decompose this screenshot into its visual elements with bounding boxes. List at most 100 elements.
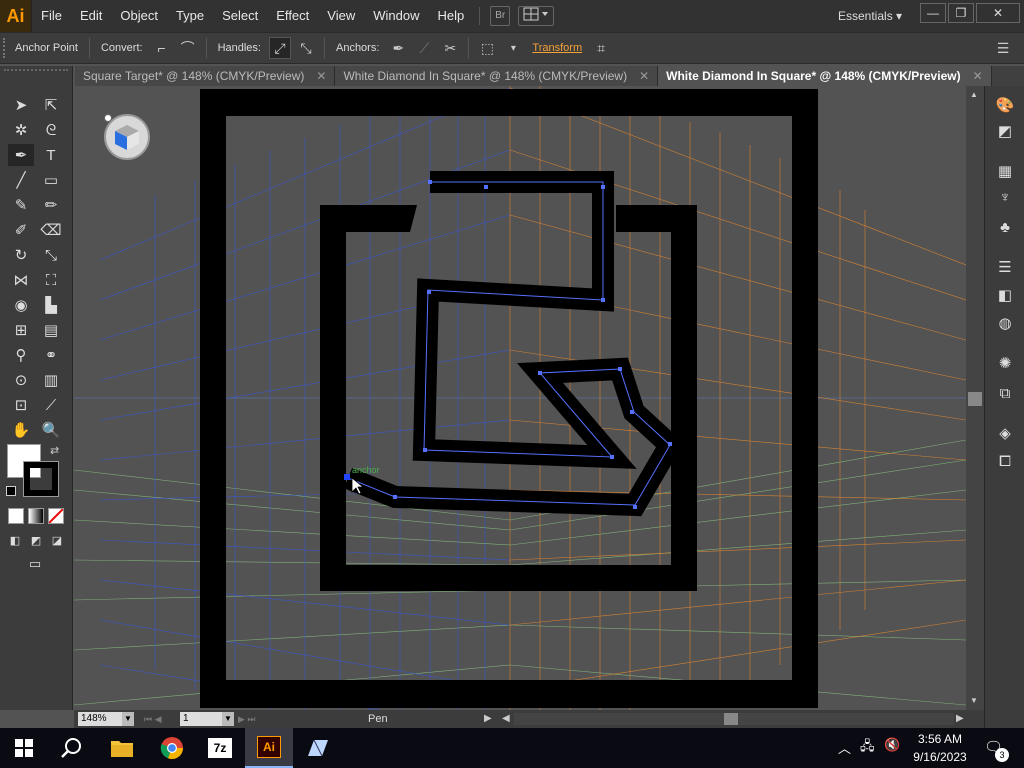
color-panel-icon[interactable]: 🎨 xyxy=(994,94,1016,116)
menu-view[interactable]: View xyxy=(318,0,364,32)
align-icon[interactable]: ⬚ xyxy=(476,37,498,59)
zoom-field[interactable]: 148% xyxy=(78,712,122,726)
arrange-documents-button[interactable] xyxy=(518,6,555,26)
close-button[interactable]: ✕ xyxy=(976,3,1020,23)
scroll-down-icon[interactable]: ▼ xyxy=(970,696,978,705)
isolate-icon[interactable]: ⌗ xyxy=(590,37,612,59)
appearance-panel-icon[interactable]: ✺ xyxy=(994,352,1016,374)
canvas[interactable]: anchor xyxy=(74,86,966,710)
show-hidden-icons-icon[interactable]: ︿ xyxy=(838,738,851,757)
minimize-button[interactable]: — xyxy=(920,3,946,23)
tab-close-icon[interactable]: ✕ xyxy=(973,66,983,86)
scale-tool-icon[interactable]: ⤡ xyxy=(38,244,64,266)
search-icon[interactable] xyxy=(48,728,96,768)
menu-edit[interactable]: Edit xyxy=(71,0,111,32)
artboards-panel-icon[interactable]: ⧠ xyxy=(994,450,1016,472)
menu-type[interactable]: Type xyxy=(167,0,213,32)
eraser-tool-icon[interactable]: ⌫ xyxy=(38,219,64,241)
artboard-dropdown-icon[interactable]: ▼ xyxy=(222,712,234,726)
tab-close-icon[interactable]: ✕ xyxy=(639,66,649,86)
7zip-icon[interactable]: 7z xyxy=(196,728,244,768)
paintbrush-tool-icon[interactable]: ✎ xyxy=(8,194,34,216)
hscroll-left-icon[interactable]: ◀ xyxy=(502,712,510,726)
restore-button[interactable]: ❐ xyxy=(948,3,974,23)
blend-tool-icon[interactable]: ⚭ xyxy=(38,344,64,366)
show-handles-icon[interactable]: ⤢ xyxy=(268,37,291,59)
artboard-next-last-icons[interactable]: ▶ ⏭ xyxy=(238,712,256,726)
menu-select[interactable]: Select xyxy=(213,0,267,32)
tab-white-diamond-2[interactable]: White Diamond In Square* @ 148% (CMYK/Pr… xyxy=(658,66,992,86)
hide-handles-icon[interactable]: ⤡ xyxy=(295,37,317,59)
magic-wand-tool-icon[interactable]: ✲ xyxy=(8,119,34,141)
type-tool-icon[interactable]: T xyxy=(38,144,64,166)
vertical-scroll-thumb[interactable] xyxy=(968,392,982,406)
menu-help[interactable]: Help xyxy=(428,0,473,32)
menu-object[interactable]: Object xyxy=(111,0,167,32)
gradient-panel-icon[interactable]: ◧ xyxy=(994,284,1016,306)
perspective-grid-tool-icon[interactable]: ▙ xyxy=(38,294,64,316)
pen-tool-icon[interactable]: ✒ xyxy=(8,144,34,166)
width-tool-icon[interactable]: ⋈ xyxy=(8,269,34,291)
connect-anchors-icon[interactable]: ⟋ xyxy=(413,37,435,59)
symbols-panel-icon[interactable]: ♣ xyxy=(994,216,1016,238)
app-icon[interactable] xyxy=(294,728,342,768)
gradient-mode-icon[interactable] xyxy=(28,508,44,524)
none-mode-icon[interactable] xyxy=(48,508,64,524)
file-explorer-icon[interactable] xyxy=(98,728,146,768)
perspective-widget[interactable] xyxy=(104,114,150,160)
vertical-scrollbar[interactable]: ▲ ▼ xyxy=(966,86,984,710)
shape-builder-tool-icon[interactable]: ◉ xyxy=(8,294,34,316)
mesh-tool-icon[interactable]: ⊞ xyxy=(8,319,34,341)
tab-square-target[interactable]: Square Target* @ 148% (CMYK/Preview) ✕ xyxy=(75,66,336,86)
horizontal-scroll-thumb[interactable] xyxy=(724,713,738,725)
panel-menu-icon[interactable]: ☰ xyxy=(992,37,1014,59)
status-menu-arrow-icon[interactable]: ▶ xyxy=(484,712,492,726)
column-graph-tool-icon[interactable]: ▥ xyxy=(38,369,64,391)
default-fill-stroke-icon[interactable] xyxy=(6,486,16,496)
convert-corner-icon[interactable]: ⌐ xyxy=(151,37,173,59)
network-icon[interactable]: 🖧 xyxy=(860,737,875,759)
horizontal-scrollbar[interactable] xyxy=(514,713,954,725)
remove-anchor-icon[interactable]: ✒ xyxy=(387,37,409,59)
scroll-up-icon[interactable]: ▲ xyxy=(970,90,978,99)
volume-muted-icon[interactable]: 🔇 xyxy=(884,737,900,753)
eyedropper-tool-icon[interactable]: ⚲ xyxy=(8,344,34,366)
artboard-first-prev-icons[interactable]: ⏮ ◀ xyxy=(144,712,162,726)
rectangle-tool-icon[interactable]: ▭ xyxy=(38,169,64,191)
symbol-sprayer-tool-icon[interactable]: ⊙ xyxy=(8,369,34,391)
hscroll-right-icon[interactable]: ▶ xyxy=(956,712,964,726)
convert-smooth-icon[interactable]: ⌒ xyxy=(177,37,199,59)
graphic-styles-icon[interactable]: ⧉ xyxy=(994,382,1016,404)
illustrator-icon[interactable]: Ai xyxy=(245,728,293,768)
lasso-tool-icon[interactable]: ᘓ xyxy=(38,119,64,141)
swap-fill-stroke-icon[interactable]: ⇄ xyxy=(50,444,59,457)
color-mode-icon[interactable] xyxy=(8,508,24,524)
draw-inside-icon[interactable]: ◪ xyxy=(48,529,66,551)
gradient-tool-icon[interactable]: ▤ xyxy=(38,319,64,341)
free-transform-tool-icon[interactable]: ⛶ xyxy=(38,269,64,291)
artboard-tool-icon[interactable]: ⊡ xyxy=(8,394,34,416)
screen-mode-icon[interactable]: ▭ xyxy=(22,553,48,575)
selection-tool-icon[interactable]: ➤ xyxy=(8,94,34,116)
blob-brush-tool-icon[interactable]: ✐ xyxy=(8,219,34,241)
align-dropdown-icon[interactable]: ▾ xyxy=(502,37,524,59)
menu-effect[interactable]: Effect xyxy=(267,0,318,32)
system-clock[interactable]: 3:56 AM 9/16/2023 xyxy=(908,730,972,766)
swatches-panel-icon[interactable]: ▦ xyxy=(994,160,1016,182)
chrome-icon[interactable] xyxy=(148,728,196,768)
draw-behind-icon[interactable]: ◩ xyxy=(27,529,45,551)
slice-tool-icon[interactable]: ⟋ xyxy=(38,394,64,416)
direct-selection-tool-icon[interactable]: ⇱ xyxy=(38,94,64,116)
workspace-switcher[interactable]: Essentials ▾ xyxy=(838,0,902,32)
draw-normal-icon[interactable]: ◧ xyxy=(6,529,24,551)
stroke-panel-icon[interactable]: ☰ xyxy=(994,256,1016,278)
brushes-panel-icon[interactable]: ♆ xyxy=(994,186,1016,208)
color-guide-icon[interactable]: ◩ xyxy=(994,120,1016,142)
rotate-tool-icon[interactable]: ↻ xyxy=(8,244,34,266)
panel-grip[interactable] xyxy=(4,69,68,71)
tab-close-icon[interactable]: ✕ xyxy=(316,66,326,86)
layers-panel-icon[interactable]: ◈ xyxy=(994,422,1016,444)
menu-file[interactable]: File xyxy=(32,0,71,32)
hand-tool-icon[interactable]: ✋ xyxy=(8,419,34,441)
zoom-tool-icon[interactable]: 🔍 xyxy=(38,419,64,441)
